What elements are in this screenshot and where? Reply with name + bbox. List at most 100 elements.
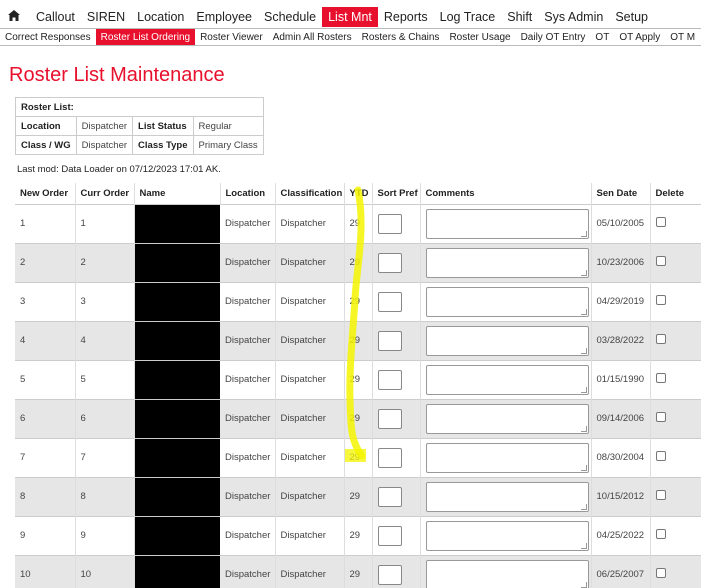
- sort-pref-input[interactable]: [377, 291, 402, 312]
- subnav-roster-list-ordering[interactable]: Roster List Ordering: [95, 29, 196, 45]
- curr-order-cell: 10: [75, 554, 135, 588]
- subnav-rosters-chains[interactable]: Rosters & Chains: [357, 29, 445, 45]
- sort-pref-input[interactable]: [377, 252, 402, 273]
- comments-textarea[interactable]: [425, 520, 589, 551]
- comments-cell: [420, 437, 592, 477]
- class-wg-value: Dispatcher: [75, 135, 134, 155]
- sort-pref-input[interactable]: [377, 213, 402, 234]
- sort-pref-cell: [372, 242, 421, 282]
- new-order-cell: 5: [15, 359, 76, 399]
- delete-checkbox[interactable]: [655, 334, 666, 344]
- subnav-ot-apply[interactable]: OT Apply: [614, 29, 665, 45]
- redacted-name-cell: [134, 398, 220, 438]
- ytd-cell: 29: [344, 398, 373, 438]
- comments-textarea[interactable]: [425, 247, 589, 278]
- subnav-admin-all-rosters[interactable]: Admin All Rosters: [268, 29, 357, 45]
- comments-textarea[interactable]: [425, 403, 589, 434]
- sort-pref-input[interactable]: [377, 564, 402, 585]
- delete-checkbox[interactable]: [655, 256, 666, 266]
- comments-textarea[interactable]: [425, 442, 589, 473]
- nav-sys-admin[interactable]: Sys Admin: [538, 7, 609, 27]
- delete-checkbox[interactable]: [655, 529, 666, 539]
- delete-cell: [650, 359, 701, 399]
- comments-cell: [420, 398, 592, 438]
- sort-pref-input[interactable]: [377, 408, 402, 429]
- comments-textarea[interactable]: [425, 481, 589, 512]
- sort-pref-input[interactable]: [377, 447, 402, 468]
- classification-cell: Dispatcher: [275, 359, 345, 399]
- sort-pref-cell: [372, 437, 421, 477]
- subnav-ot-m[interactable]: OT M: [665, 29, 700, 45]
- curr-order-cell: 6: [75, 398, 135, 438]
- nav-schedule[interactable]: Schedule: [258, 7, 322, 27]
- classification-cell: Dispatcher: [275, 515, 345, 555]
- nav-setup[interactable]: Setup: [609, 7, 654, 27]
- table-row: 3 3 Dispatcher Dispatcher 29 04/29/2019: [15, 281, 701, 321]
- comments-textarea[interactable]: [425, 325, 589, 356]
- delete-cell: [650, 203, 701, 243]
- subnav-daily-ot-entry[interactable]: Daily OT Entry: [516, 29, 591, 45]
- classification-cell: Dispatcher: [275, 320, 345, 360]
- comments-cell: [420, 515, 592, 555]
- nav-shift[interactable]: Shift: [501, 7, 538, 27]
- delete-cell: [650, 554, 701, 588]
- sort-pref-input[interactable]: [377, 330, 402, 351]
- location-cell: Dispatcher: [220, 437, 276, 477]
- delete-checkbox[interactable]: [655, 373, 666, 383]
- sort-pref-cell: [372, 281, 421, 321]
- delete-cell: [650, 476, 701, 516]
- subnav-roster-viewer[interactable]: Roster Viewer: [195, 29, 268, 45]
- table-row: 1 1 Dispatcher Dispatcher 29 05/10/2005: [15, 203, 701, 243]
- nav-callout[interactable]: Callout: [30, 7, 81, 27]
- comments-textarea[interactable]: [425, 286, 589, 317]
- ytd-cell: 29: [344, 437, 373, 477]
- subnav-correct-responses[interactable]: Correct Responses: [0, 29, 96, 45]
- delete-checkbox[interactable]: [655, 295, 666, 305]
- nav-reports[interactable]: Reports: [378, 7, 434, 27]
- table-row: 6 6 Dispatcher Dispatcher 29 09/14/2006: [15, 398, 701, 438]
- redacted-name-cell: [134, 359, 220, 399]
- ytd-cell: 29: [344, 515, 373, 555]
- col-ytd[interactable]: YTD: [344, 183, 373, 204]
- redacted-name-cell: [134, 320, 220, 360]
- col-new-order[interactable]: New Order: [15, 183, 76, 204]
- col-curr-order[interactable]: Curr Order: [75, 183, 135, 204]
- sort-pref-input[interactable]: [377, 525, 402, 546]
- col-sort-pref[interactable]: Sort Pref: [372, 183, 421, 204]
- nav-list-mnt[interactable]: List Mnt: [322, 7, 378, 27]
- table-row: 5 5 Dispatcher Dispatcher 29 01/15/1990: [15, 359, 701, 399]
- new-order-cell: 3: [15, 281, 76, 321]
- subnav-roster-usage[interactable]: Roster Usage: [444, 29, 515, 45]
- table-row: 9 9 Dispatcher Dispatcher 29 04/25/2022: [15, 515, 701, 555]
- col-name[interactable]: Name: [134, 183, 221, 204]
- delete-checkbox[interactable]: [655, 451, 666, 461]
- sort-pref-input[interactable]: [377, 486, 402, 507]
- comments-textarea[interactable]: [425, 208, 589, 239]
- col-delete[interactable]: Delete: [650, 183, 701, 204]
- nav-employee[interactable]: Employee: [190, 7, 258, 27]
- sen-date-cell: 01/15/1990: [591, 359, 651, 399]
- nav-siren[interactable]: SIREN: [81, 7, 131, 27]
- col-sen-date[interactable]: Sen Date: [591, 183, 651, 204]
- col-classification[interactable]: Classification: [275, 183, 345, 204]
- classification-cell: Dispatcher: [275, 398, 345, 438]
- comments-textarea[interactable]: [425, 364, 589, 395]
- delete-checkbox[interactable]: [655, 412, 666, 422]
- curr-order-cell: 5: [75, 359, 135, 399]
- comments-cell: [420, 242, 592, 282]
- ytd-cell: 29: [344, 281, 373, 321]
- col-location[interactable]: Location: [220, 183, 276, 204]
- delete-checkbox[interactable]: [655, 568, 666, 579]
- sen-date-cell: 04/29/2019: [591, 281, 651, 321]
- home-icon[interactable]: [8, 10, 22, 24]
- nav-log-trace[interactable]: Log Trace: [434, 7, 502, 27]
- subnav-ot[interactable]: OT: [590, 29, 614, 45]
- nav-location[interactable]: Location: [131, 7, 190, 27]
- sort-pref-input[interactable]: [377, 369, 402, 390]
- col-comments[interactable]: Comments: [420, 183, 592, 204]
- delete-checkbox[interactable]: [655, 490, 666, 500]
- classification-cell: Dispatcher: [275, 554, 345, 588]
- comments-textarea[interactable]: [425, 559, 589, 588]
- location-label: Location: [15, 116, 77, 136]
- delete-checkbox[interactable]: [655, 217, 666, 227]
